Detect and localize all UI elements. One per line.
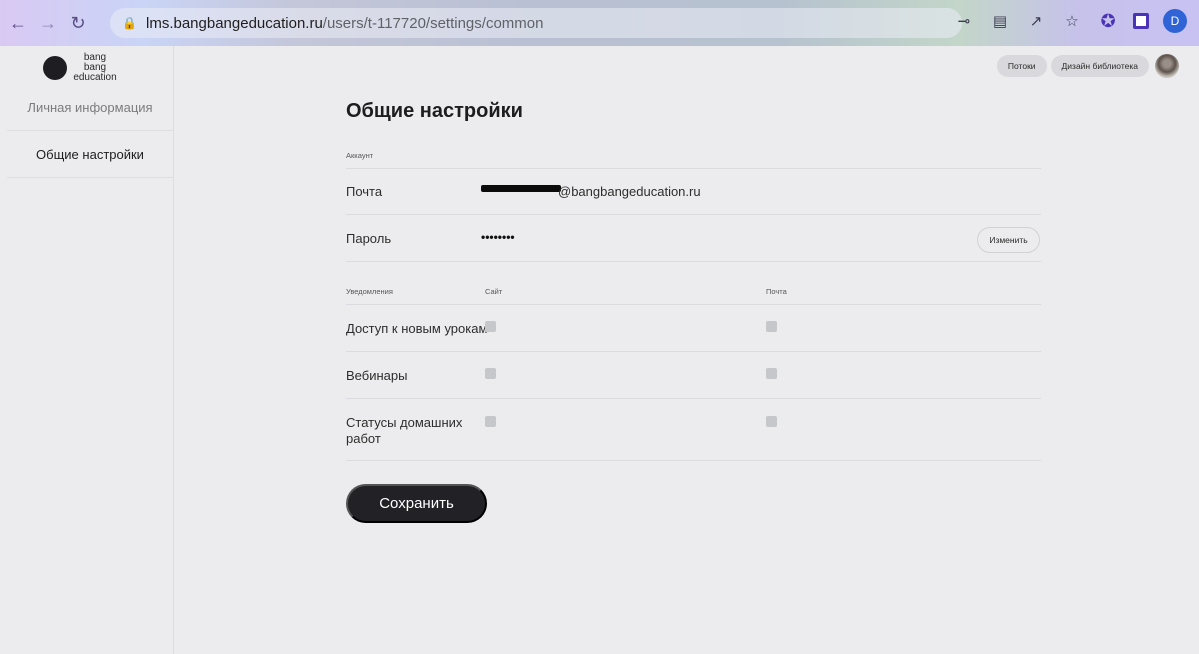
notif-webinars-mail-checkbox[interactable] (766, 368, 777, 379)
sidebar: bang bang education Личная информация Об… (7, 46, 174, 654)
logo-text: bang bang education (72, 53, 118, 83)
url-host: lms.bangbangeducation.ru (146, 14, 323, 32)
sidebar-item-general-settings[interactable]: Общие настройки (7, 131, 173, 178)
forward-arrow-icon[interactable]: → (36, 11, 60, 35)
notif-row-new-lessons-label: Доступ к новым урокам (346, 321, 488, 336)
url-path: /users/t-117720/settings/common (322, 14, 544, 32)
column-header-mail: Почта (766, 287, 787, 296)
divider (346, 460, 1041, 461)
back-arrow-icon[interactable]: ← (6, 11, 30, 35)
divider (346, 304, 1041, 305)
divider (346, 398, 1041, 399)
share-icon[interactable]: ↗ (1025, 10, 1047, 32)
divider (346, 168, 1041, 169)
email-redaction (481, 185, 561, 192)
translate-icon[interactable]: ▤ (989, 10, 1011, 32)
email-domain: @bangbangeducation.ru (558, 184, 701, 199)
design-library-button[interactable]: Дизайн библиотека (1050, 55, 1149, 77)
password-label: Пароль (346, 231, 392, 246)
column-header-site: Сайт (485, 287, 503, 296)
sidebar-item-personal-info[interactable]: Личная информация (7, 84, 173, 131)
email-label: Почта (346, 184, 383, 199)
account-section-label: Аккаунт (346, 151, 374, 160)
key-icon[interactable]: ⊸ (953, 10, 975, 32)
save-button[interactable]: Сохранить (346, 484, 487, 523)
divider (346, 214, 1041, 215)
notif-row-webinars-label: Вебинары (346, 368, 408, 383)
address-bar[interactable]: 🔒 lms.bangbangeducation.ru/users/t-11772… (110, 8, 962, 38)
page: bang bang education Личная информация Об… (7, 46, 1199, 654)
browser-chrome: ← → ↻ 🔒 lms.bangbangeducation.ru/users/t… (0, 0, 1199, 46)
notif-row-homework-status-label: Статусы домашних работ (346, 415, 463, 446)
notif-new-lessons-site-checkbox[interactable] (485, 321, 496, 332)
notifications-section-label: Уведомления (346, 287, 393, 296)
notif-webinars-site-checkbox[interactable] (485, 368, 496, 379)
header-actions: Потоки Дизайн библиотека (996, 54, 1179, 78)
side-panel-icon[interactable] (1133, 13, 1149, 29)
extensions-icon[interactable]: ✪ (1097, 10, 1119, 32)
notif-homework-site-checkbox[interactable] (485, 416, 496, 427)
lock-icon: 🔒 (122, 16, 137, 30)
logo-circle-icon (43, 56, 67, 80)
divider (346, 261, 1041, 262)
streams-button[interactable]: Потоки (996, 55, 1047, 77)
page-title: Общие настройки (346, 100, 523, 122)
profile-avatar[interactable]: D (1163, 9, 1187, 33)
password-value: •••••••• (481, 230, 515, 244)
browser-toolbar-icons: ⊸ ▤ ↗ ☆ ✪ D (953, 9, 1187, 33)
change-password-button[interactable]: Изменить (977, 227, 1040, 253)
reload-icon[interactable]: ↻ (66, 11, 90, 35)
brand-logo[interactable]: bang bang education (43, 53, 118, 83)
user-avatar[interactable] (1155, 54, 1179, 78)
notif-homework-mail-checkbox[interactable] (766, 416, 777, 427)
logo-line-1: bang bang (83, 52, 107, 73)
logo-line-2: education (73, 72, 117, 83)
star-icon[interactable]: ☆ (1061, 10, 1083, 32)
notif-new-lessons-mail-checkbox[interactable] (766, 321, 777, 332)
divider (346, 351, 1041, 352)
